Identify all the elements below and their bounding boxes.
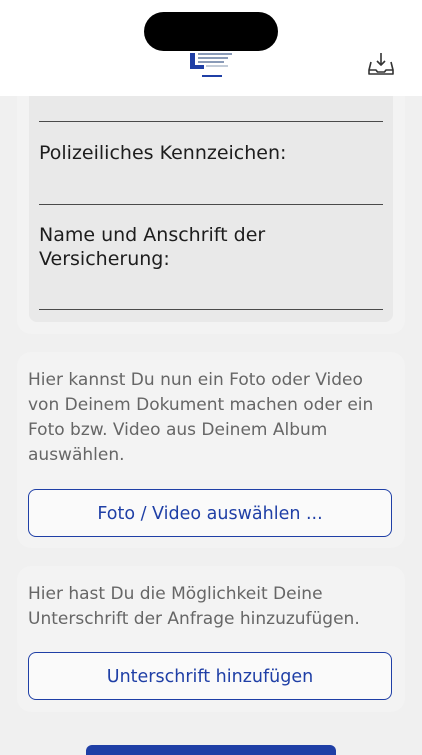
signature-description: Hier hast Du die Möglichkeit Deine Unter… — [28, 584, 360, 629]
company-logo-icon — [190, 53, 232, 77]
insurance-label: Name und Anschrift der Versicherung: — [39, 224, 266, 270]
media-description: Hier kannst Du nun ein Foto oder Video v… — [28, 370, 374, 465]
app-header — [0, 0, 422, 96]
previous-field-underline[interactable] — [39, 121, 383, 122]
submit-button[interactable] — [86, 745, 336, 755]
insurance-input[interactable] — [39, 309, 383, 310]
signature-card: Hier hast Du die Möglichkeit Deine Unter… — [17, 566, 405, 712]
plate-label: Polizeiliches Kennzeichen: — [39, 142, 287, 164]
select-media-button[interactable]: Foto / Video auswählen ... — [28, 489, 392, 537]
plate-input[interactable] — [39, 204, 383, 205]
inbox-download-icon[interactable] — [366, 50, 396, 76]
camera-island — [144, 12, 278, 51]
vehicle-info-card: Polizeiliches Kennzeichen: Name und Ansc… — [17, 96, 405, 334]
vehicle-form: Polizeiliches Kennzeichen: Name und Ansc… — [29, 96, 393, 322]
media-card: Hier kannst Du nun ein Foto oder Video v… — [17, 352, 405, 548]
add-signature-button[interactable]: Unterschrift hinzufügen — [28, 652, 392, 700]
